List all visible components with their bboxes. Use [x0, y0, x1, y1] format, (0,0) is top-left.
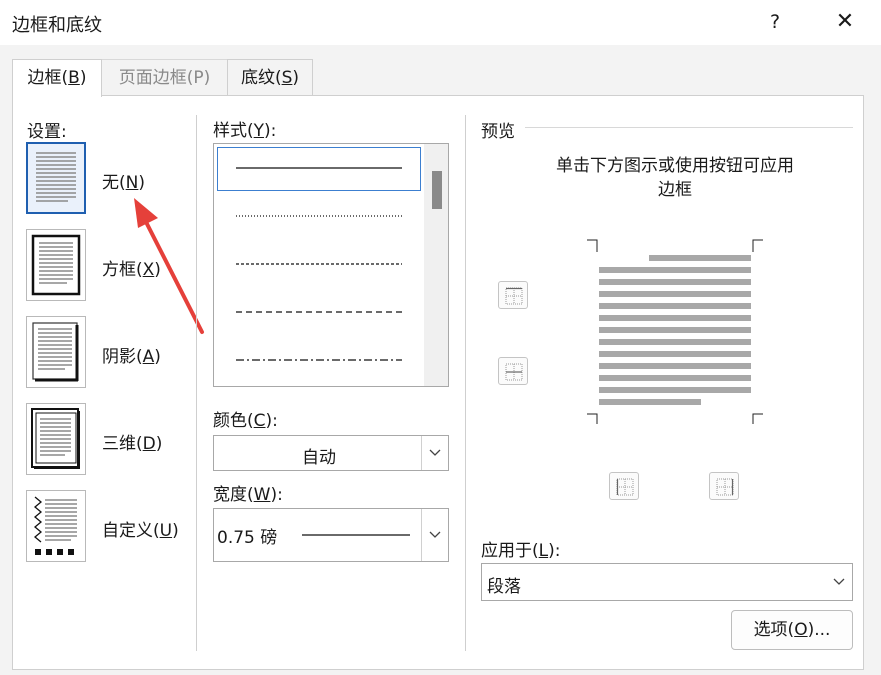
style-list-scrollbar[interactable]	[424, 144, 448, 386]
preview-instruction-line2: 边框	[658, 180, 692, 200]
preview-instruction-line1: 单击下方图示或使用按钮可应用	[556, 156, 794, 176]
apply-to-dropdown[interactable]: 段落	[481, 563, 853, 601]
apply-to-value: 段落	[487, 577, 521, 597]
options-button[interactable]: 选项(O)...	[731, 610, 853, 650]
title-bar: 边框和底纹 ? ✕	[0, 0, 881, 45]
border-preview-diagram[interactable]	[567, 224, 783, 442]
tab-page-border: 页面边框(P)	[102, 59, 227, 95]
width-line-sample	[302, 534, 410, 536]
dialog-title: 边框和底纹	[12, 15, 102, 36]
inside-horizontal-border-button[interactable]	[498, 357, 528, 385]
right-border-icon	[716, 478, 734, 496]
tab-shading[interactable]: 底纹(S)	[227, 59, 313, 95]
setting-shadow-label[interactable]: 阴影(A)	[102, 342, 161, 367]
chevron-down-icon[interactable]	[421, 436, 448, 470]
color-dropdown[interactable]: 自动	[213, 435, 449, 471]
apply-to-heading: 应用于(L):	[481, 541, 561, 561]
left-border-button[interactable]	[609, 472, 639, 500]
setting-none-thumbnail[interactable]	[26, 142, 86, 214]
top-border-icon	[505, 287, 523, 305]
preview-heading: 预览	[481, 122, 515, 142]
width-heading: 宽度(W):	[213, 485, 283, 505]
column-divider-left	[196, 115, 197, 651]
column-divider-right	[465, 115, 466, 651]
setting-shadow-thumbnail[interactable]	[26, 316, 86, 388]
right-border-button[interactable]	[709, 472, 739, 500]
chevron-down-icon[interactable]	[421, 509, 448, 561]
style-list-scroll-thumb[interactable]	[432, 171, 442, 209]
left-border-icon	[616, 478, 634, 496]
width-dropdown[interactable]: 0.75 磅	[213, 508, 449, 562]
settings-heading: 设置:	[27, 122, 67, 142]
setting-3d-label[interactable]: 三维(D)	[102, 429, 162, 454]
tab-borders[interactable]: 边框(B)	[12, 59, 102, 97]
close-button[interactable]: ✕	[832, 9, 858, 35]
style-heading: 样式(Y):	[213, 121, 277, 141]
line-style-samples	[236, 167, 402, 361]
color-value: 自动	[302, 448, 336, 468]
preview-heading-rule	[525, 127, 853, 128]
inside-horizontal-border-icon	[505, 363, 523, 381]
help-button[interactable]: ?	[764, 9, 786, 35]
color-heading: 颜色(C):	[213, 411, 278, 431]
setting-box-thumbnail[interactable]	[26, 229, 86, 301]
setting-custom-label[interactable]: 自定义(U)	[102, 516, 179, 541]
top-border-button[interactable]	[498, 281, 528, 309]
setting-3d-thumbnail[interactable]	[26, 403, 86, 475]
setting-custom-thumbnail[interactable]	[26, 490, 86, 562]
line-style-list[interactable]	[213, 143, 449, 387]
chevron-down-icon[interactable]	[826, 564, 852, 600]
width-value: 0.75 磅	[217, 528, 278, 548]
